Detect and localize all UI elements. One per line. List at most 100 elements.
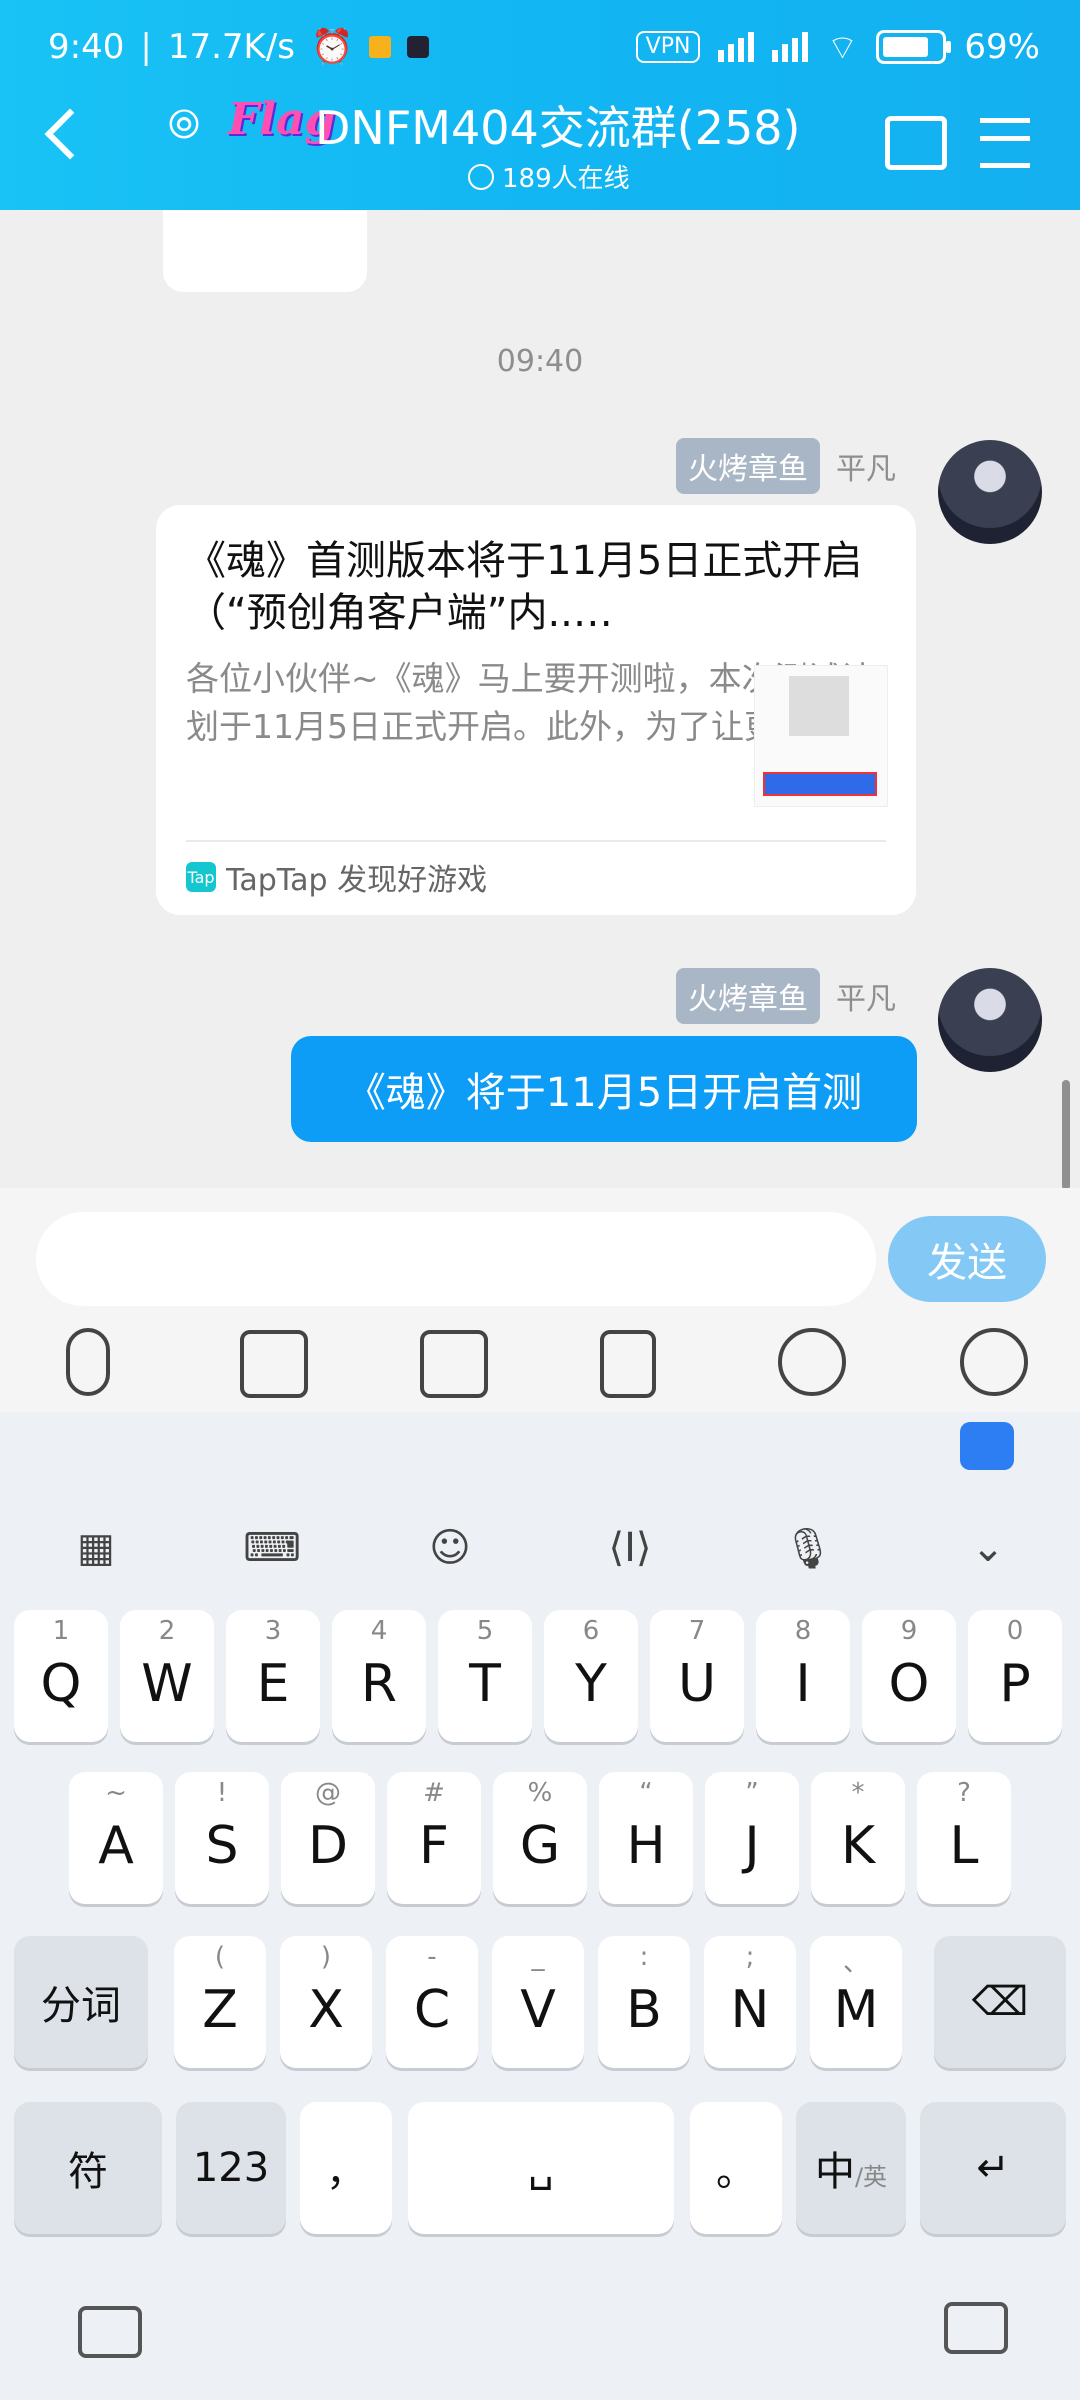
keyboard-layout-icon[interactable]: ⌨ <box>242 1518 302 1578</box>
key-g[interactable]: % G <box>493 1772 587 1904</box>
message-text: 《魂》将于11月5日开启首测 <box>345 1070 863 1116</box>
apps-grid-icon[interactable]: ▦ <box>66 1518 126 1578</box>
ear-icon[interactable]: ⦾ <box>168 102 200 148</box>
key-j[interactable]: ” J <box>705 1772 799 1904</box>
voice-input-icon[interactable]: 🎙 <box>778 1518 838 1578</box>
card-title: 《魂》首测版本将于11月5日正式开启（“预创角客户端”内..… <box>186 538 863 636</box>
alarm-icon: ⏰ <box>311 27 354 67</box>
key-u[interactable]: 7U <box>650 1610 744 1742</box>
key-period[interactable]: 。 <box>690 2102 782 2234</box>
emoji-icon[interactable] <box>778 1328 846 1396</box>
backspace-icon: ⌫ <box>971 1979 1029 2025</box>
plus-icon[interactable] <box>960 1328 1028 1396</box>
member-tag: 火烤章鱼 <box>676 438 820 494</box>
keyboard-toolbar: ▦ ⌨ ☺ ⟨I⟩ 🎙 ⌄ <box>0 1412 1080 1642</box>
key-w[interactable]: 2W <box>120 1610 214 1742</box>
chevron-down-icon <box>468 163 494 190</box>
nav-bar: ⦾ Flag DNFM404交流群(258) 189人在线 <box>0 92 1080 202</box>
chat-scrollbar[interactable] <box>1062 1080 1070 1190</box>
key-c[interactable]: -C <box>386 1936 478 2068</box>
key-q[interactable]: 1Q <box>14 1610 108 1742</box>
key-d[interactable]: @ D <box>281 1772 375 1904</box>
key-t[interactable]: 5T <box>438 1610 532 1742</box>
key-language[interactable]: 中/英 <box>796 2102 906 2234</box>
online-label: 189人在线 <box>502 164 630 194</box>
key-fenci[interactable]: 分词 <box>14 1936 148 2068</box>
avatar[interactable] <box>938 440 1042 544</box>
image-icon[interactable] <box>240 1330 308 1398</box>
signal2-icon <box>772 32 809 62</box>
cursor-icon[interactable]: ⟨I⟩ <box>600 1518 660 1578</box>
online-count[interactable]: 189人在线 <box>468 158 630 195</box>
message-input[interactable] <box>36 1212 876 1306</box>
key-o[interactable]: 9O <box>862 1610 956 1742</box>
key-p[interactable]: 0P <box>968 1610 1062 1742</box>
key-e[interactable]: 3E <box>226 1610 320 1742</box>
page-title[interactable]: DNFM404交流群(258) <box>315 92 800 158</box>
key-x[interactable]: ) X <box>280 1936 372 2068</box>
battery-percent: 69% <box>964 27 1040 67</box>
key-v[interactable]: _ V <box>492 1936 584 2068</box>
red-packet-icon[interactable] <box>600 1330 656 1398</box>
keyboard-switch-icon[interactable] <box>78 2306 142 2358</box>
app-icon <box>407 36 430 58</box>
send-button[interactable]: 发送 <box>888 1216 1046 1302</box>
notification-icon <box>369 36 392 58</box>
key-123[interactable]: 123 <box>176 2102 286 2234</box>
vpn-badge: VPN <box>635 31 701 63</box>
assistant-bot-icon[interactable] <box>960 1422 1014 1470</box>
key-enter[interactable]: ↵ <box>920 2102 1066 2234</box>
input-toolbar <box>0 1324 1080 1404</box>
key-z[interactable]: (Z <box>174 1936 266 2068</box>
key-s[interactable]: ! S <box>175 1772 269 1904</box>
avatar[interactable] <box>938 968 1042 1072</box>
menu-icon[interactable] <box>980 118 1030 168</box>
sender-line: 火烤章鱼 平凡 <box>676 968 896 1024</box>
status-time: 9:40 <box>48 27 125 67</box>
microphone-icon[interactable] <box>66 1328 110 1396</box>
battery-icon <box>876 30 952 64</box>
key-comma[interactable]: ， <box>300 2102 392 2234</box>
game-icon <box>789 676 849 736</box>
back-icon[interactable] <box>44 108 96 160</box>
key-n[interactable]: ; N <box>704 1936 796 2068</box>
key-l[interactable]: ? L <box>917 1772 1011 1904</box>
key-space[interactable]: ␣ <box>408 2102 674 2234</box>
emoji-icon[interactable]: ☺ <box>420 1518 480 1578</box>
enter-icon: ↵ <box>976 2145 1010 2191</box>
space-icon: ␣ <box>528 2145 554 2191</box>
keyboard: ▦ ⌨ ☺ ⟨I⟩ 🎙 ⌄ 1Q2W3E4R5T6Y7U8I9O0P ~ A! S @… <box>0 1412 1080 2400</box>
message-bubble[interactable]: 《魂》将于11月5日开启首测 <box>291 1036 917 1142</box>
key-b[interactable]: :B <box>598 1936 690 2068</box>
taptap-icon: Tap <box>186 862 216 892</box>
key-m[interactable]: 、 M <box>810 1936 902 2068</box>
key-symbols[interactable]: 符 <box>14 2102 162 2234</box>
card-thumbnail <box>754 665 888 807</box>
collapse-keyboard-icon[interactable]: ⌄ <box>958 1518 1018 1578</box>
clipboard-icon[interactable] <box>944 2302 1008 2354</box>
sender-name: 平凡 <box>836 982 896 1017</box>
wifi-icon: ⌔ <box>826 27 859 68</box>
sender-line: 火烤章鱼 平凡 <box>676 438 896 494</box>
network-speed: 17.7K/s <box>167 27 295 67</box>
thumbnail-button <box>763 772 877 796</box>
key-i[interactable]: 8I <box>756 1610 850 1742</box>
input-area: 发送 <box>0 1188 1080 1412</box>
calendar-icon[interactable] <box>885 116 947 170</box>
key-f[interactable]: # F <box>387 1772 481 1904</box>
card-source: Tap TapTap 发现好游戏 <box>186 855 487 899</box>
key-backspace[interactable]: ⌫ <box>934 1936 1066 2068</box>
member-tag: 火烤章鱼 <box>676 968 820 1024</box>
camera-icon[interactable] <box>420 1330 488 1398</box>
key-k[interactable]: * K <box>811 1772 905 1904</box>
send-label: 发送 <box>927 1240 1007 1286</box>
shared-link-card[interactable]: 《魂》首测版本将于11月5日正式开启（“预创角客户端”内..… 各位小伙伴~《魂… <box>156 505 916 915</box>
previous-message-bubble <box>163 210 367 292</box>
key-h[interactable]: “H <box>599 1772 693 1904</box>
card-divider <box>186 840 886 842</box>
key-r[interactable]: 4R <box>332 1610 426 1742</box>
time-separator: 09:40 <box>496 344 584 379</box>
signal-icon <box>718 32 755 62</box>
key-y[interactable]: 6Y <box>544 1610 638 1742</box>
key-a[interactable]: ~ A <box>69 1772 163 1904</box>
